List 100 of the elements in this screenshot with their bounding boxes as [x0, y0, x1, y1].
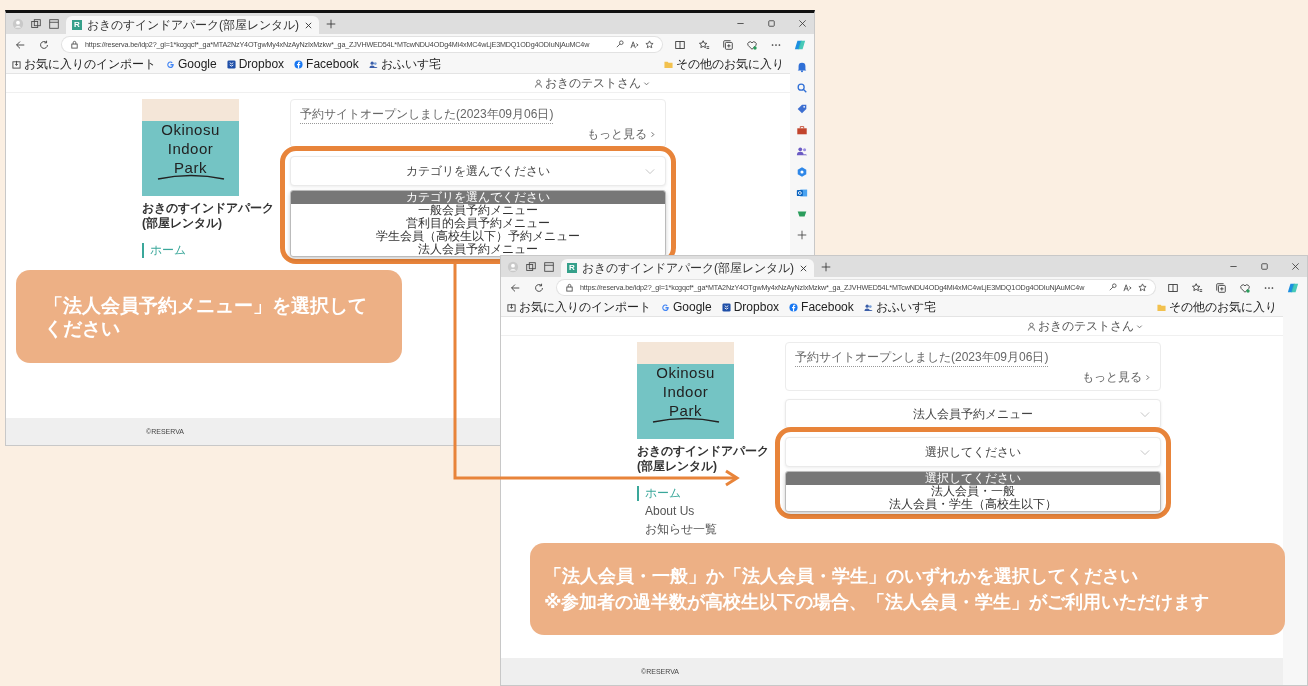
bookmark-link[interactable]: お気に入りのインポート: [12, 55, 156, 73]
more-link[interactable]: もっと見る: [587, 126, 656, 143]
favicon: R: [567, 263, 577, 273]
tab-list-icon[interactable]: [48, 17, 60, 30]
tab-list-icon[interactable]: [543, 260, 555, 273]
import-icon: [12, 59, 21, 69]
chevron-right-icon: [1144, 374, 1151, 381]
news-link[interactable]: 予約サイトオープンしました(2023年09月06日): [300, 106, 554, 124]
close-icon[interactable]: [799, 263, 808, 273]
split-screen-icon[interactable]: [674, 38, 686, 51]
dropdown-option[interactable]: 一般会員予約メニュー: [291, 204, 665, 217]
close-icon[interactable]: [1290, 261, 1301, 272]
caret-icon: [1136, 322, 1143, 330]
browser-tab[interactable]: R おきのすインドアパーク(部屋レンタル): [561, 259, 814, 277]
maximize-icon[interactable]: [766, 18, 777, 29]
workspaces-icon[interactable]: [525, 260, 537, 273]
site-logo[interactable]: Okinosu Indoor Park: [637, 342, 734, 439]
instruction-text: ※参加者の過半数が高校生以下の場合、「法人会員・学生」がご利用いただけます: [544, 591, 1211, 614]
bookmark-link[interactable]: Facebook: [789, 300, 854, 314]
bookmark-link[interactable]: おふいす宅: [368, 55, 441, 73]
dropdown-option[interactable]: 学生会員（高校生以下）予約メニュー: [291, 230, 665, 243]
site-logo[interactable]: Okinosu Indoor Park: [142, 99, 239, 196]
logo-text: Okinosu: [161, 120, 220, 139]
user-menu[interactable]: おきのテストさん: [1027, 317, 1143, 335]
caret-icon: [643, 79, 650, 87]
browser-tab[interactable]: R おきのすインドアパーク(部屋レンタル): [66, 16, 319, 34]
dropdown-select[interactable]: 法人会員予約メニュー: [785, 399, 1161, 429]
close-icon[interactable]: [797, 18, 808, 29]
read-aloud-icon[interactable]: [630, 40, 639, 49]
back-arrow-icon[interactable]: [509, 281, 521, 294]
bookmark-link[interactable]: Dropbox: [721, 300, 780, 314]
tab-title: おきのすインドアパーク(部屋レンタル): [582, 259, 794, 277]
bookmark-link[interactable]: Google: [166, 57, 217, 71]
people-icon[interactable]: [796, 145, 808, 157]
logo-text: Indoor: [662, 382, 709, 401]
key-icon[interactable]: [615, 40, 624, 49]
heart-icon[interactable]: [746, 38, 758, 51]
hexagon-icon[interactable]: [796, 166, 808, 178]
dropdown-option[interactable]: 法人会員予約メニュー: [291, 243, 665, 256]
plus-icon[interactable]: [325, 17, 337, 30]
close-icon[interactable]: [304, 20, 313, 30]
user-menu[interactable]: おきのテストさん: [534, 74, 650, 92]
bookmark-link[interactable]: Dropbox: [226, 57, 285, 71]
heart-icon[interactable]: [1239, 281, 1251, 294]
bookmark-folder[interactable]: その他のお気に入り: [1157, 298, 1277, 316]
nav-link[interactable]: お知らせ一覧: [637, 522, 717, 537]
refresh-icon[interactable]: [38, 38, 50, 51]
collections-icon[interactable]: [722, 38, 734, 51]
bookmark-link[interactable]: Facebook: [294, 57, 359, 71]
maximize-icon[interactable]: [1259, 261, 1270, 272]
toolbox-icon[interactable]: [796, 124, 808, 136]
logo-text: Park: [174, 158, 207, 177]
plus-icon[interactable]: [796, 229, 808, 241]
lock-icon: [565, 283, 574, 292]
workspaces-icon[interactable]: [30, 17, 42, 30]
bookmark-link[interactable]: Google: [661, 300, 712, 314]
lock-icon: [70, 40, 79, 49]
dropdown-option[interactable]: 営利目的会員予約メニュー: [291, 217, 665, 230]
copilot-icon[interactable]: [794, 38, 806, 51]
nav-link[interactable]: About Us: [637, 504, 695, 519]
logo-text: Okinosu: [656, 363, 715, 382]
copilot-icon[interactable]: [1287, 281, 1299, 294]
split-screen-icon[interactable]: [1167, 281, 1179, 294]
read-aloud-icon[interactable]: [1123, 283, 1132, 292]
folder-icon: [664, 59, 673, 69]
outlook-icon[interactable]: [796, 187, 808, 199]
star-icon[interactable]: [645, 40, 654, 49]
facebook-logo-icon: [294, 59, 304, 69]
search-icon[interactable]: [796, 82, 808, 94]
key-icon[interactable]: [1108, 283, 1117, 292]
shopping-icon[interactable]: [796, 208, 808, 220]
person-icon: [534, 78, 543, 88]
google-logo-icon: [661, 302, 670, 312]
favorites-icon[interactable]: [698, 38, 710, 51]
bookmark-link[interactable]: お気に入りのインポート: [507, 298, 651, 316]
chevron-down-icon: [1140, 410, 1150, 418]
back-arrow-icon[interactable]: [14, 38, 26, 51]
dropbox-logo-icon: [226, 59, 236, 69]
refresh-icon[interactable]: [533, 281, 545, 294]
dropdown-option[interactable]: 選択してください: [786, 472, 1160, 485]
plus-icon[interactable]: [820, 260, 832, 273]
star-icon[interactable]: [1138, 283, 1147, 292]
favorites-icon[interactable]: [1191, 281, 1203, 294]
tag-icon[interactable]: [796, 103, 808, 115]
chevron-down-icon: [645, 167, 655, 175]
dropbox-logo-icon: [721, 302, 731, 312]
people-icon: [863, 302, 873, 312]
google-logo-icon: [166, 59, 175, 69]
more-link[interactable]: もっと見る: [1082, 369, 1151, 386]
bookmark-link[interactable]: おふいす宅: [863, 298, 936, 316]
dropdown-option[interactable]: カテゴリを選んでください: [291, 191, 665, 204]
dropdown-option[interactable]: 法人会員・学生（高校生以下）: [786, 498, 1160, 511]
collections-icon[interactable]: [1215, 281, 1227, 294]
bookmark-folder[interactable]: その他のお気に入り: [664, 55, 784, 73]
dropdown-option[interactable]: 法人会員・一般: [786, 485, 1160, 498]
favicon: R: [72, 20, 82, 30]
bell-icon[interactable]: [796, 61, 808, 73]
dropdown-select[interactable]: 選択してください: [785, 437, 1161, 467]
dropdown-select[interactable]: カテゴリを選んでください: [290, 156, 666, 186]
news-link[interactable]: 予約サイトオープンしました(2023年09月06日): [795, 349, 1049, 367]
